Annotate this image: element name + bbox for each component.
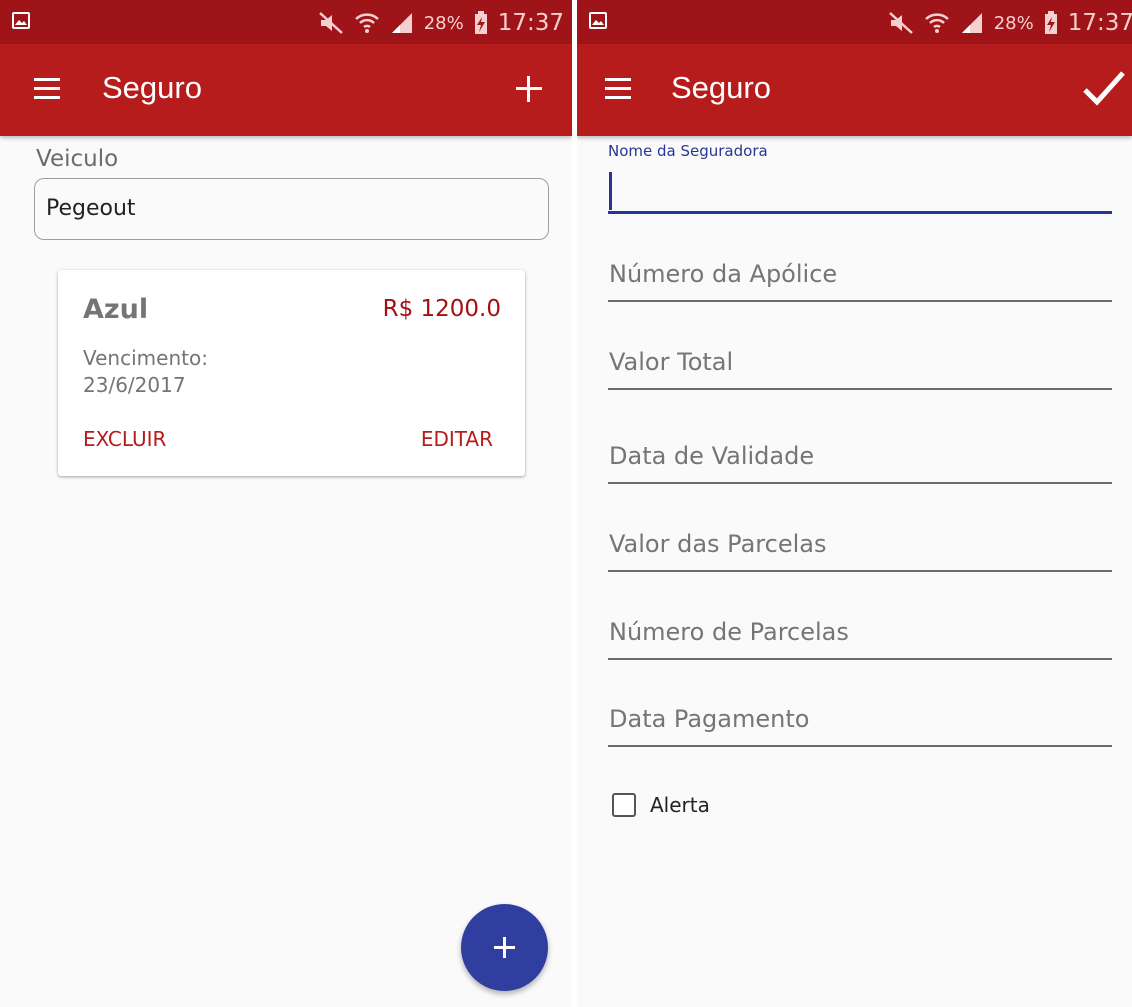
gallery-icon bbox=[12, 12, 30, 29]
add-icon[interactable] bbox=[514, 74, 544, 104]
mute-icon bbox=[888, 11, 914, 35]
field-placeholder: Data Pagamento bbox=[609, 705, 810, 733]
status-icons: 28% 17:37 bbox=[318, 10, 564, 36]
vehicle-select[interactable]: Pegeout bbox=[34, 178, 549, 240]
edit-button[interactable]: EDITAR bbox=[421, 427, 493, 451]
status-icons: 28% 17:37 bbox=[888, 10, 1132, 36]
menu-icon[interactable] bbox=[34, 78, 64, 102]
alert-checkbox-label: Alerta bbox=[650, 793, 710, 817]
insurance-list-screen: 28% 17:37 Seguro Veiculo Pegeout Azul R$… bbox=[0, 0, 572, 1007]
signal-icon bbox=[960, 11, 984, 35]
insurer-name-label: Nome da Seguradora bbox=[608, 142, 768, 160]
field-placeholder: Valor das Parcelas bbox=[609, 530, 827, 558]
wifi-icon bbox=[924, 10, 950, 36]
policy-number-field[interactable]: Número da Apólice bbox=[608, 252, 1112, 302]
installment-count-field[interactable]: Número de Parcelas bbox=[608, 610, 1112, 660]
app-bar-title: Seguro bbox=[102, 70, 202, 105]
field-placeholder: Número de Parcelas bbox=[609, 618, 849, 646]
wifi-icon bbox=[354, 10, 380, 36]
payment-date-field[interactable]: Data Pagamento bbox=[608, 697, 1112, 747]
gallery-icon bbox=[589, 12, 607, 29]
add-insurance-fab[interactable] bbox=[461, 904, 548, 991]
battery-percent: 28% bbox=[993, 12, 1034, 34]
alert-checkbox-row[interactable]: Alerta bbox=[612, 790, 710, 820]
field-placeholder: Valor Total bbox=[609, 348, 734, 376]
status-bar: 28% 17:37 bbox=[577, 0, 1132, 44]
insurance-price: R$ 1200.0 bbox=[382, 296, 501, 322]
battery-charging-icon bbox=[1044, 11, 1058, 35]
field-placeholder: Número da Apólice bbox=[609, 260, 838, 288]
insurer-name: Azul bbox=[83, 294, 149, 325]
installment-value-field[interactable]: Valor das Parcelas bbox=[608, 522, 1112, 572]
clock: 17:37 bbox=[1067, 10, 1132, 36]
due-date: 23/6/2017 bbox=[83, 373, 186, 397]
text-cursor bbox=[609, 172, 612, 210]
app-bar-title: Seguro bbox=[671, 70, 771, 105]
status-bar: 28% 17:37 bbox=[0, 0, 572, 44]
due-label: Vencimento: bbox=[83, 346, 208, 370]
mute-icon bbox=[318, 11, 344, 35]
field-placeholder: Data de Validade bbox=[609, 442, 815, 470]
battery-charging-icon bbox=[474, 11, 488, 35]
vehicle-label: Veiculo bbox=[36, 146, 119, 172]
insurance-card: Azul R$ 1200.0 Vencimento: 23/6/2017 EXC… bbox=[58, 270, 525, 476]
app-bar: Seguro bbox=[577, 44, 1132, 136]
check-icon[interactable] bbox=[1082, 68, 1126, 112]
delete-button[interactable]: EXCLUIR bbox=[83, 427, 166, 451]
app-bar: Seguro bbox=[0, 44, 572, 136]
battery-percent: 28% bbox=[423, 12, 464, 34]
vehicle-value: Pegeout bbox=[46, 196, 136, 221]
menu-icon[interactable] bbox=[605, 78, 635, 102]
insurance-form-screen: 28% 17:37 Seguro Nome da Seguradora Núme… bbox=[577, 0, 1132, 1007]
clock: 17:37 bbox=[497, 10, 564, 36]
alert-checkbox[interactable] bbox=[612, 793, 636, 817]
validity-date-field[interactable]: Data de Validade bbox=[608, 434, 1112, 484]
total-value-field[interactable]: Valor Total bbox=[608, 340, 1112, 390]
signal-icon bbox=[390, 11, 414, 35]
insurer-name-field[interactable] bbox=[608, 211, 1112, 214]
